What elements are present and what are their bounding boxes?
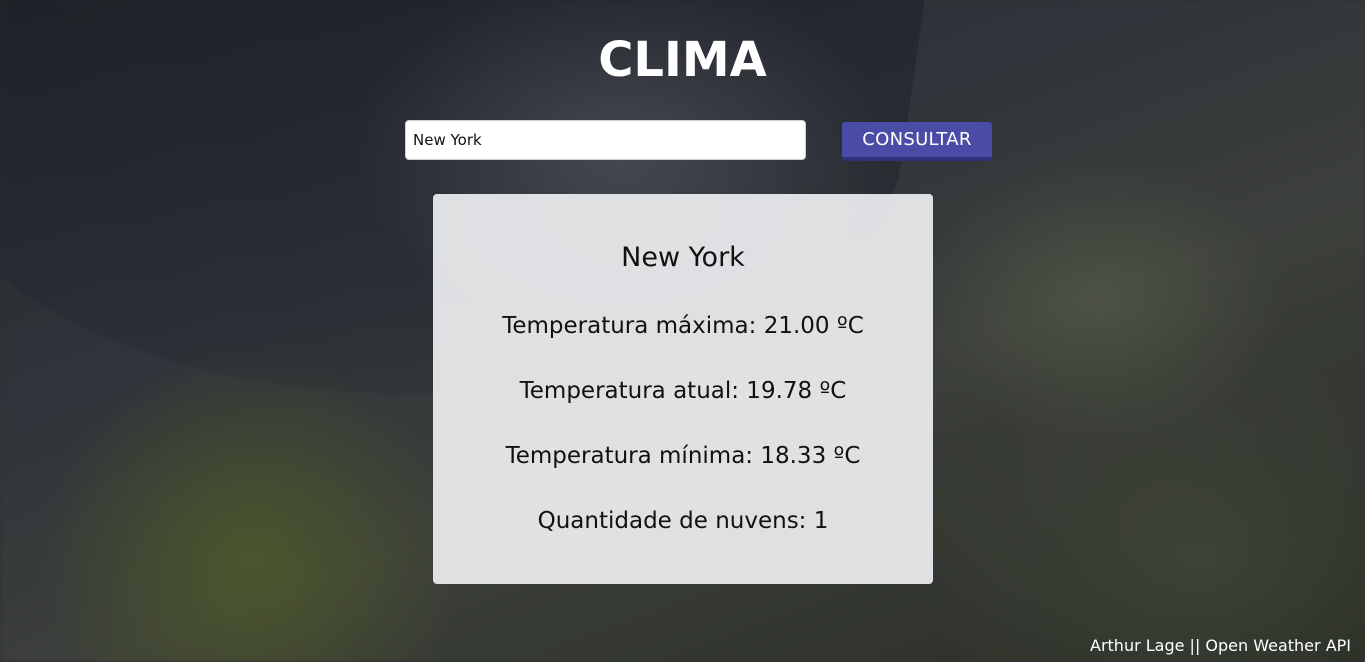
consult-button[interactable]: CONSULTAR	[842, 122, 992, 161]
city-name: New York	[621, 242, 745, 273]
city-search-input[interactable]	[405, 120, 806, 160]
current-temperature: Temperatura atual: 19.78 ºC	[519, 378, 847, 404]
max-temperature: Temperatura máxima: 21.00 ºC	[502, 313, 864, 339]
page-title: CLIMA	[598, 32, 767, 88]
weather-result-card: New York Temperatura máxima: 21.00 ºC Te…	[433, 194, 933, 584]
cloud-amount: Quantidade de nuvens: 1	[537, 508, 829, 534]
min-temperature: Temperatura mínima: 18.33 ºC	[505, 443, 861, 469]
footer-credit: Arthur Lage || Open Weather API	[1090, 636, 1351, 655]
